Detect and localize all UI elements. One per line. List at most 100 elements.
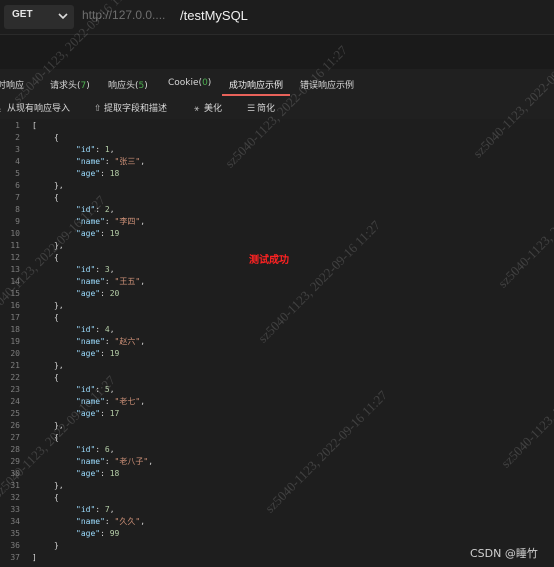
- active-tab-indicator: [222, 94, 290, 96]
- json-key: "age": [76, 469, 101, 478]
- response-tabs: 实时响应 请求头(7) 响应头(5) Cookie(0) 成功响应示例 错误响应…: [0, 74, 554, 96]
- chevron-down-icon: [58, 13, 68, 20]
- extract-fields-button[interactable]: ⇧ 提取字段和描述: [94, 101, 167, 114]
- json-key: "id": [76, 325, 96, 334]
- json-key: "age": [76, 169, 101, 178]
- line-number: 9: [15, 217, 20, 226]
- json-brace: }: [54, 541, 59, 550]
- line-number: 27: [10, 433, 20, 442]
- line-number: 14: [10, 277, 20, 286]
- json-key: "id": [76, 385, 96, 394]
- line-number: 34: [10, 517, 20, 526]
- tab-suffix: ): [86, 81, 90, 91]
- code-token: :: [100, 349, 110, 358]
- line-number: 29: [10, 457, 20, 466]
- code-line: "name": "久久",: [76, 516, 145, 528]
- code-token: ,: [109, 145, 115, 154]
- tab-response-headers[interactable]: 响应头(5): [108, 78, 148, 91]
- tab-label: 成功响应示例: [229, 81, 284, 91]
- json-key: "age": [76, 349, 101, 358]
- code-line: "name": "老八子",: [76, 456, 153, 468]
- json-value: 17: [109, 409, 120, 418]
- line-number: 35: [10, 529, 20, 538]
- line-number: 5: [15, 169, 20, 178]
- success-annotation: 测试成功: [249, 255, 289, 266]
- json-editor[interactable]: 1 2 3 4 5 6 7 8 9 10 11 12 13 14 15 16 17 18 19 20 21 22 23 24 2…: [0, 119, 554, 567]
- url-path[interactable]: /testMySQL: [180, 8, 248, 23]
- line-number: 25: [10, 409, 20, 418]
- json-bracket: ]: [32, 553, 37, 562]
- line-number: 31: [10, 481, 20, 490]
- json-value: "李四": [114, 217, 141, 226]
- code-token: ,: [140, 397, 146, 406]
- json-key: "age": [76, 529, 101, 538]
- code-line: },: [54, 240, 64, 252]
- tab-error-example[interactable]: 错误响应示例: [300, 78, 354, 91]
- tab-request-headers[interactable]: 请求头(7): [50, 78, 90, 91]
- line-number: 13: [10, 265, 20, 274]
- json-key: "id": [76, 265, 96, 274]
- code-line: "age": 19: [76, 348, 119, 360]
- json-value: "赵六": [114, 337, 141, 346]
- code-token: ,: [140, 217, 146, 226]
- json-key: "name": [76, 517, 105, 526]
- line-number: 17: [10, 313, 20, 322]
- json-brace: {: [54, 373, 59, 382]
- json-key: "name": [76, 457, 105, 466]
- json-key: "name": [76, 217, 105, 226]
- line-number: 18: [10, 325, 20, 334]
- code-line: "name": "赵六",: [76, 336, 145, 348]
- code-token: :: [100, 529, 110, 538]
- code-line: "age": 19: [76, 228, 119, 240]
- json-key: "id": [76, 205, 96, 214]
- json-value: "张三": [114, 157, 141, 166]
- line-number: 10: [10, 229, 20, 238]
- code-token: :: [100, 409, 110, 418]
- json-brace: },: [54, 301, 64, 310]
- code-token: :: [104, 517, 115, 526]
- code-line: "name": "王五",: [76, 276, 145, 288]
- json-value: 18: [109, 469, 120, 478]
- line-number: 26: [10, 421, 20, 430]
- json-value: 19: [109, 349, 120, 358]
- code-line: }: [54, 540, 59, 552]
- code-token: :: [104, 457, 115, 466]
- json-brace: {: [54, 193, 59, 202]
- code-token: ,: [109, 505, 115, 514]
- code-line: },: [54, 360, 64, 372]
- json-value: "老八子": [114, 457, 149, 466]
- json-brace: {: [54, 433, 59, 442]
- url-host[interactable]: http://127.0.0....: [82, 8, 165, 22]
- code-token: ,: [140, 337, 146, 346]
- code-line: {: [54, 192, 59, 204]
- json-key: "age": [76, 229, 101, 238]
- beautify-icon: ⚹: [194, 104, 200, 114]
- json-brace: {: [54, 493, 59, 502]
- code-token: :: [100, 229, 110, 238]
- import-label: 从现有响应导入: [7, 104, 71, 114]
- tab-cookie[interactable]: Cookie(0): [168, 78, 211, 88]
- method-select[interactable]: GET: [4, 5, 74, 29]
- tab-label: 实时响应: [0, 81, 25, 91]
- import-from-response-button[interactable]: ⤓从现有响应导入: [0, 101, 70, 114]
- tab-success-example[interactable]: 成功响应示例: [229, 78, 283, 91]
- json-value: 18: [109, 169, 120, 178]
- json-value: "老七": [114, 397, 141, 406]
- code-token: ,: [109, 385, 115, 394]
- tab-suffix: ): [207, 78, 212, 88]
- json-value: "久久": [114, 517, 141, 526]
- json-brace: },: [54, 241, 64, 250]
- simplify-button[interactable]: ☰ 简化: [247, 101, 275, 114]
- code-token: ,: [109, 445, 115, 454]
- beautify-button[interactable]: ⚹ 美化: [194, 101, 222, 114]
- json-key: "age": [76, 289, 101, 298]
- code-token: :: [104, 337, 115, 346]
- code-line: "name": "老七",: [76, 396, 145, 408]
- code-line: "age": 18: [76, 468, 119, 480]
- code-token: :: [95, 265, 105, 274]
- code-token: :: [104, 157, 115, 166]
- code-line: "id": 6,: [76, 444, 115, 456]
- code-token: :: [95, 505, 105, 514]
- tab-realtime-response[interactable]: 实时响应: [0, 78, 24, 91]
- line-number: 33: [10, 505, 20, 514]
